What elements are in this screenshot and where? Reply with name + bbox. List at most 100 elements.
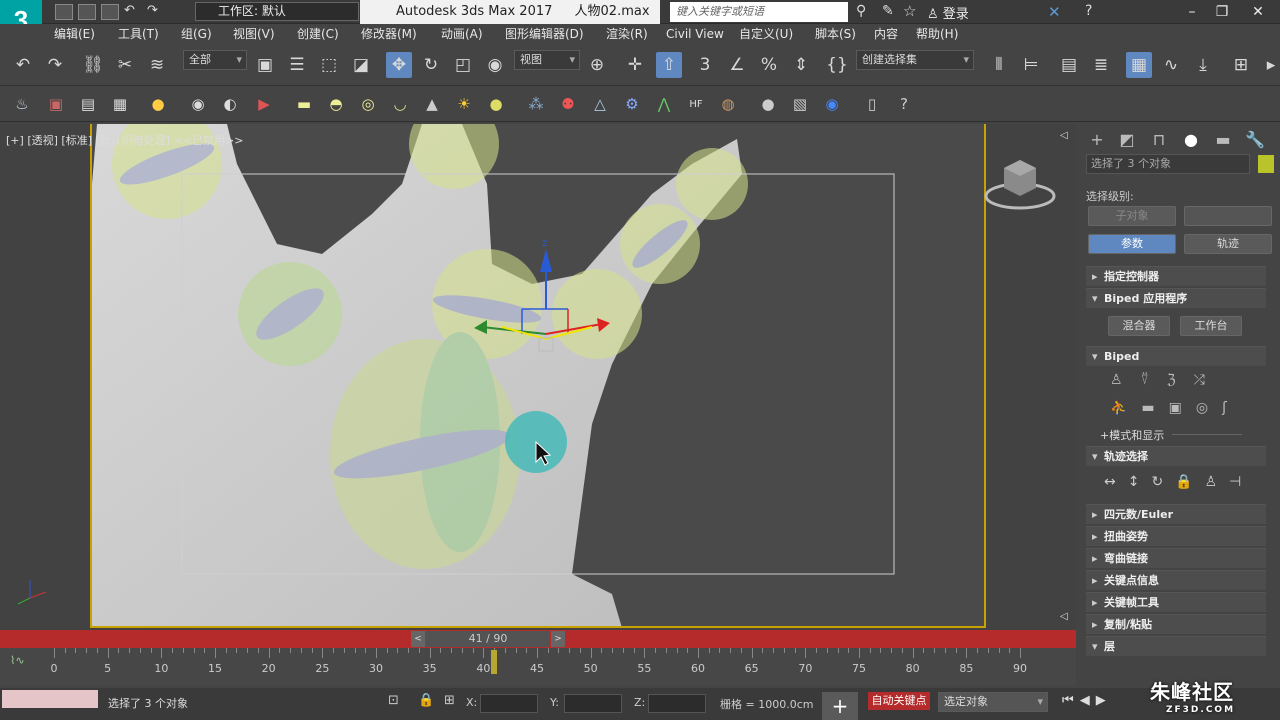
communication-icon[interactable]: ✎: [882, 3, 894, 19]
hemisphere-icon[interactable]: ◓: [324, 92, 348, 116]
angle-snap-icon[interactable]: ∠: [724, 52, 750, 78]
menu-graph-editors[interactable]: 图形编辑器(D): [505, 24, 584, 44]
menu-customize[interactable]: 自定义(U): [739, 24, 793, 44]
viewport-perspective[interactable]: [+] [透视] [标准] [默认明暗处理] <<已禁用>> z ◁ ◁: [0, 124, 1076, 630]
edit-named-selection-icon[interactable]: {}: [824, 52, 850, 78]
move-icon[interactable]: ✥: [386, 52, 412, 78]
undo-icon[interactable]: ↶: [10, 52, 36, 78]
viewport-view-label[interactable]: [透视]: [27, 134, 58, 147]
save-file-icon[interactable]: [101, 4, 119, 20]
plane-icon[interactable]: ▬: [292, 92, 316, 116]
rollout-layers[interactable]: 层: [1086, 636, 1266, 657]
unlink-icon[interactable]: ✂: [112, 52, 138, 78]
spinner-snap-icon[interactable]: ⇕: [788, 52, 814, 78]
open-file-icon[interactable]: [78, 4, 96, 20]
schematic-view-icon[interactable]: ⤓: [1190, 52, 1216, 78]
menu-group[interactable]: 组(G): [181, 24, 212, 44]
trajectories-button[interactable]: 轨迹: [1184, 234, 1272, 254]
menu-civil-view[interactable]: Civil View: [666, 24, 724, 44]
cone-icon[interactable]: ▲: [420, 92, 444, 116]
absolute-mode-icon[interactable]: ⊞: [444, 693, 455, 708]
material-editor-icon[interactable]: ⊞: [1228, 52, 1254, 78]
reference-icon[interactable]: ▯: [860, 92, 884, 116]
next-frame-arrow[interactable]: >: [551, 631, 565, 647]
viewport-menu[interactable]: [+]: [6, 134, 24, 147]
rollout-biped-apps[interactable]: Biped 应用程序: [1086, 288, 1266, 309]
menu-scripting[interactable]: 脚本(S): [815, 24, 856, 44]
z-coord-field[interactable]: [648, 694, 706, 713]
viewcube[interactable]: [984, 150, 1064, 220]
sphere-light-icon[interactable]: ●: [484, 92, 508, 116]
maximize-button[interactable]: ❐: [1208, 2, 1236, 22]
environment-icon[interactable]: ▦: [108, 92, 132, 116]
mixer-button[interactable]: 混合器: [1108, 316, 1170, 336]
molecule-icon[interactable]: ⚉: [556, 92, 580, 116]
y-coord-field[interactable]: [564, 694, 622, 713]
curve-editor-mini-icon[interactable]: ⌇∿: [10, 654, 25, 667]
ref-coord-dropdown[interactable]: 视图: [514, 50, 580, 70]
sub-object-dropdown[interactable]: [1184, 206, 1272, 226]
viewport-shading-label[interactable]: [标准]: [61, 134, 92, 147]
workspace-dropdown[interactable]: 工作区: 默认: [195, 2, 359, 21]
grass-icon[interactable]: ⋀: [652, 92, 676, 116]
align-icon[interactable]: ⊨: [1018, 52, 1044, 78]
pivot-center-icon[interactable]: ⊕: [584, 52, 610, 78]
isolate-icon[interactable]: ⊡: [388, 693, 399, 708]
selection-filter-dropdown[interactable]: 全部: [183, 50, 247, 70]
sphere-icon[interactable]: ◎: [356, 92, 380, 116]
menu-tools[interactable]: 工具(T): [118, 24, 159, 44]
mirror-icon[interactable]: ⫴: [986, 52, 1012, 78]
hair-fur-icon[interactable]: HF: [684, 92, 708, 116]
time-slider[interactable]: 41 / 90: [426, 631, 550, 647]
camera-icon[interactable]: ◉: [186, 92, 210, 116]
placement-icon[interactable]: ◉: [482, 52, 508, 78]
undo-icon[interactable]: ↶: [124, 4, 142, 20]
gear-icon[interactable]: ⚙: [620, 92, 644, 116]
utilities-tab-icon[interactable]: 🔧: [1242, 128, 1268, 152]
minimize-button[interactable]: –: [1178, 2, 1206, 22]
bowl-icon[interactable]: ◡: [388, 92, 412, 116]
menu-create[interactable]: 创建(C): [297, 24, 339, 44]
selection-name-field[interactable]: 选择了 3 个对象: [1086, 154, 1250, 174]
hierarchy-tab-icon[interactable]: ⊓: [1146, 128, 1172, 152]
workbench-button[interactable]: 工作台: [1180, 316, 1242, 336]
create-tab-icon[interactable]: +: [1084, 128, 1110, 152]
rollout-quaternion-euler[interactable]: 四元数/Euler: [1086, 504, 1266, 525]
scale-icon[interactable]: ◰: [450, 52, 476, 78]
render-frame-icon[interactable]: ▣: [44, 92, 68, 116]
rollout-keyframing-tools[interactable]: 关键帧工具: [1086, 592, 1266, 613]
pyramid-icon[interactable]: △: [588, 92, 612, 116]
current-frame-marker[interactable]: [491, 650, 498, 674]
menu-modifiers[interactable]: 修改器(M): [361, 24, 417, 44]
curve-editor-icon[interactable]: ∿: [1158, 52, 1184, 78]
prev-frame-arrow[interactable]: <: [411, 631, 425, 647]
collapse-arrow-icon[interactable]: ◁: [1060, 611, 1068, 622]
help-circle-icon[interactable]: ?: [892, 92, 916, 116]
keyboard-shortcut-icon[interactable]: ⇧: [656, 52, 682, 78]
set-key-icon[interactable]: +: [822, 692, 858, 720]
helper-icon[interactable]: ◐: [218, 92, 242, 116]
rollout-copy-paste[interactable]: 复制/粘贴: [1086, 614, 1266, 635]
auto-key-button[interactable]: 自动关键点: [868, 692, 930, 710]
particle-icon[interactable]: ⁂: [524, 92, 548, 116]
sun-icon[interactable]: ☀: [452, 92, 476, 116]
viewport-label[interactable]: [+] [透视] [标准] [默认明暗处理] <<已禁用>>: [6, 132, 243, 148]
rollout-key-info[interactable]: 关键点信息: [1086, 570, 1266, 591]
layer-explorer-icon[interactable]: ≣: [1088, 52, 1114, 78]
window-crossing-icon[interactable]: ◪: [348, 52, 374, 78]
trackbar[interactable]: ⌇∿ 0 5 10 15 20 25 30 35 40 45 50 55 60 65 70 75 80 85 90: [0, 648, 1076, 686]
menu-rendering[interactable]: 渲染(R): [606, 24, 648, 44]
object-color-swatch[interactable]: [1258, 155, 1274, 173]
track-selection-icons[interactable]: ↔↕↻🔒♙⊣: [1104, 474, 1253, 490]
redo-icon[interactable]: ↷: [147, 4, 165, 20]
new-file-icon[interactable]: [55, 4, 73, 20]
login-button[interactable]: ♙ 登录: [927, 3, 969, 22]
ribbon-toggle-icon[interactable]: ▦: [1126, 52, 1152, 78]
render-setup-panel-icon[interactable]: ▤: [76, 92, 100, 116]
bind-spacewarp-icon[interactable]: ≋: [144, 52, 170, 78]
biped-mode-icons[interactable]: ♙⍢ℨ⤮: [1110, 372, 1223, 388]
maxscript-listener[interactable]: [2, 690, 98, 708]
menu-help[interactable]: 帮助(H): [916, 24, 958, 44]
search-input[interactable]: 键入关键字或短语: [670, 2, 848, 22]
lock-icon[interactable]: 🔒: [418, 693, 434, 708]
